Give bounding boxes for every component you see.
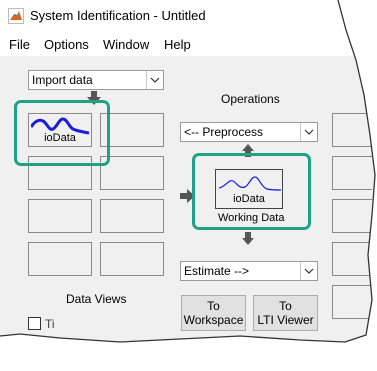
chevron-down-icon (300, 262, 317, 280)
menu-window[interactable]: Window (103, 37, 149, 52)
main-panel: Import data ioData Data Views Ti Operati… (0, 56, 375, 342)
model-slot[interactable] (332, 156, 372, 190)
to-lti-line1: To (279, 299, 292, 313)
to-lti-viewer-button[interactable]: To LTI Viewer (253, 295, 318, 331)
data-views-label: Data Views (66, 292, 127, 306)
chevron-down-icon (300, 123, 317, 141)
to-workspace-line2: Workspace (183, 313, 244, 327)
working-data-slot[interactable]: ioData (215, 169, 283, 209)
data-slot[interactable] (100, 156, 164, 190)
arrow-up-icon (242, 144, 254, 157)
arrow-down-icon (87, 91, 101, 105)
model-slot[interactable] (332, 113, 372, 147)
import-data-select[interactable]: Import data (28, 70, 164, 90)
import-data-value: Import data (32, 73, 93, 87)
data-views-checkbox[interactable] (28, 317, 41, 330)
preprocess-value: <-- Preprocess (184, 125, 264, 139)
model-slot[interactable] (332, 285, 372, 319)
menu-help[interactable]: Help (164, 37, 191, 52)
operations-heading: Operations (221, 92, 280, 106)
app-window: System Identification - Untitled File Op… (0, 0, 375, 342)
estimate-value: Estimate --> (184, 264, 250, 278)
data-slot[interactable] (100, 199, 164, 233)
to-lti-line2: LTI Viewer (257, 313, 314, 327)
title-bar: System Identification - Untitled (0, 0, 375, 32)
menu-file[interactable]: File (9, 37, 30, 52)
working-data-caption: Working Data (218, 212, 285, 224)
menu-options[interactable]: Options (44, 37, 89, 52)
data-slot[interactable] (28, 156, 92, 190)
data-slot[interactable] (28, 199, 92, 233)
working-data-name: ioData (233, 193, 265, 205)
data-views-checkbox-label: Ti (45, 317, 55, 331)
model-slot[interactable] (332, 242, 372, 276)
data-slot-label: ioData (44, 132, 76, 144)
chevron-down-icon (146, 71, 163, 89)
signal-thumbnail (219, 176, 281, 191)
data-slot[interactable] (100, 242, 164, 276)
data-slot-iodata[interactable]: ioData (28, 113, 92, 147)
to-workspace-button[interactable]: To Workspace (181, 295, 246, 331)
model-slot[interactable] (332, 199, 372, 233)
arrow-down-icon (242, 232, 254, 245)
arrow-right-icon (180, 189, 195, 203)
estimate-select[interactable]: Estimate --> (180, 261, 318, 281)
data-slot[interactable] (100, 113, 164, 147)
matlab-icon (8, 8, 24, 24)
data-slot[interactable] (28, 242, 92, 276)
window-title: System Identification - Untitled (30, 8, 206, 23)
menu-bar: File Options Window Help (0, 32, 375, 56)
preprocess-select[interactable]: <-- Preprocess (180, 122, 318, 142)
to-workspace-line1: To (207, 299, 220, 313)
